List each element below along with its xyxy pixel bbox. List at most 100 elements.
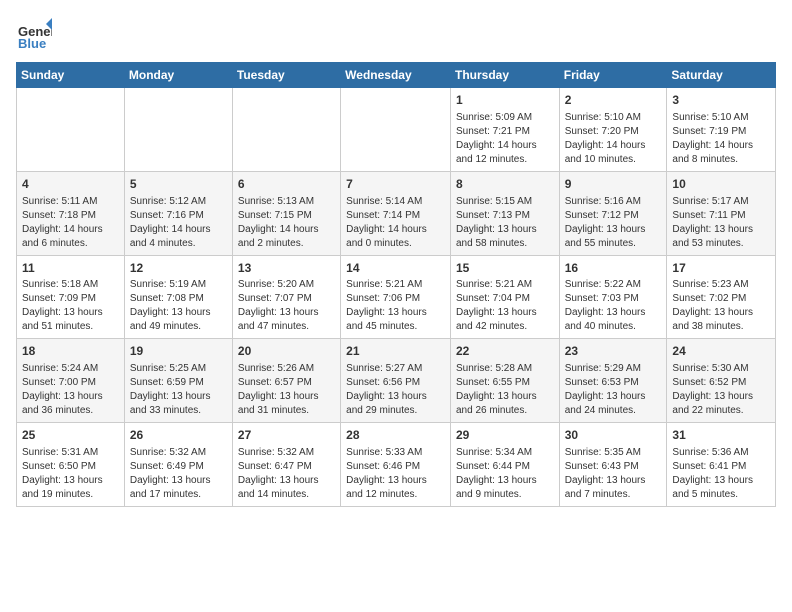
day-info: Sunrise: 5:20 AM Sunset: 7:07 PM Dayligh… [238,279,319,332]
calendar-cell: 28Sunrise: 5:33 AM Sunset: 6:46 PM Dayli… [341,423,451,507]
day-number: 5 [130,176,227,193]
logo-icon: General Blue [16,16,52,52]
calendar-week-row: 4 Sunrise: 5:11 AM Sunset: 7:18 PM Daylig… [17,171,776,255]
calendar-cell: 21 Sunrise: 5:27 AM Sunset: 6:56 PM Dayli… [341,339,451,423]
day-info: Sunrise: 5:28 AM Sunset: 6:55 PM Dayligh… [456,363,537,416]
day-info: Sunrise: 5:25 AM Sunset: 6:59 PM Dayligh… [130,363,211,416]
calendar-cell: 3Sunrise: 5:10 AM Sunset: 7:19 PM Daylig… [667,88,776,172]
day-number: 22 [456,343,554,360]
day-number: 24 [672,343,770,360]
calendar-cell: 14 Sunrise: 5:21 AM Sunset: 7:06 PM Dayli… [341,255,451,339]
calendar-week-row: 1Sunrise: 5:09 AM Sunset: 7:21 PM Daylig… [17,88,776,172]
calendar-week-row: 18Sunrise: 5:24 AM Sunset: 7:00 PM Dayli… [17,339,776,423]
day-info: Sunrise: 5:34 AM Sunset: 6:44 PM Dayligh… [456,447,537,500]
day-info: Sunrise: 5:27 AM Sunset: 6:56 PM Dayligh… [346,363,427,416]
day-number: 4 [22,176,119,193]
day-number: 2 [565,92,662,109]
day-info: Sunrise: 5:29 AM Sunset: 6:53 PM Dayligh… [565,363,646,416]
day-info: Sunrise: 5:16 AM Sunset: 7:12 PM Dayligh… [565,196,646,249]
day-number: 15 [456,260,554,277]
day-number: 30 [565,427,662,444]
day-info: Sunrise: 5:10 AM Sunset: 7:20 PM Dayligh… [565,112,646,165]
calendar-cell: 13Sunrise: 5:20 AM Sunset: 7:07 PM Dayli… [232,255,340,339]
calendar-cell: 12 Sunrise: 5:19 AM Sunset: 7:08 PM Dayli… [124,255,232,339]
day-number: 8 [456,176,554,193]
calendar-cell: 2 Sunrise: 5:10 AM Sunset: 7:20 PM Daylig… [559,88,667,172]
calendar-cell: 9 Sunrise: 5:16 AM Sunset: 7:12 PM Daylig… [559,171,667,255]
day-number: 25 [22,427,119,444]
day-number: 14 [346,260,445,277]
day-info: Sunrise: 5:32 AM Sunset: 6:49 PM Dayligh… [130,447,211,500]
calendar-cell: 1Sunrise: 5:09 AM Sunset: 7:21 PM Daylig… [450,88,559,172]
day-info: Sunrise: 5:30 AM Sunset: 6:52 PM Dayligh… [672,363,753,416]
day-info: Sunrise: 5:23 AM Sunset: 7:02 PM Dayligh… [672,279,753,332]
day-number: 27 [238,427,335,444]
day-number: 3 [672,92,770,109]
calendar-cell: 11 Sunrise: 5:18 AM Sunset: 7:09 PM Dayli… [17,255,125,339]
day-info: Sunrise: 5:24 AM Sunset: 7:00 PM Dayligh… [22,363,103,416]
weekday-header: Sunday [17,63,125,88]
calendar-cell: 24 Sunrise: 5:30 AM Sunset: 6:52 PM Dayli… [667,339,776,423]
calendar-cell: 18Sunrise: 5:24 AM Sunset: 7:00 PM Dayli… [17,339,125,423]
day-number: 9 [565,176,662,193]
day-info: Sunrise: 5:22 AM Sunset: 7:03 PM Dayligh… [565,279,646,332]
day-info: Sunrise: 5:21 AM Sunset: 7:06 PM Dayligh… [346,279,427,332]
day-info: Sunrise: 5:12 AM Sunset: 7:16 PM Dayligh… [130,196,211,249]
day-info: Sunrise: 5:17 AM Sunset: 7:11 PM Dayligh… [672,196,753,249]
day-number: 11 [22,260,119,277]
svg-text:Blue: Blue [18,36,46,51]
calendar-cell: 25 Sunrise: 5:31 AM Sunset: 6:50 PM Dayli… [17,423,125,507]
day-number: 20 [238,343,335,360]
day-number: 29 [456,427,554,444]
day-number: 12 [130,260,227,277]
calendar-cell: 10 Sunrise: 5:17 AM Sunset: 7:11 PM Dayli… [667,171,776,255]
day-number: 10 [672,176,770,193]
day-number: 26 [130,427,227,444]
day-info: Sunrise: 5:19 AM Sunset: 7:08 PM Dayligh… [130,279,211,332]
calendar-cell: 22 Sunrise: 5:28 AM Sunset: 6:55 PM Dayli… [450,339,559,423]
day-info: Sunrise: 5:14 AM Sunset: 7:14 PM Dayligh… [346,196,427,249]
calendar-cell: 6Sunrise: 5:13 AM Sunset: 7:15 PM Daylig… [232,171,340,255]
calendar-cell: 5 Sunrise: 5:12 AM Sunset: 7:16 PM Daylig… [124,171,232,255]
day-number: 21 [346,343,445,360]
weekday-header: Monday [124,63,232,88]
calendar-cell: 15 Sunrise: 5:21 AM Sunset: 7:04 PM Dayli… [450,255,559,339]
calendar-cell: 27 Sunrise: 5:32 AM Sunset: 6:47 PM Dayli… [232,423,340,507]
calendar-cell: 16 Sunrise: 5:22 AM Sunset: 7:03 PM Dayli… [559,255,667,339]
calendar-cell: 29 Sunrise: 5:34 AM Sunset: 6:44 PM Dayli… [450,423,559,507]
day-number: 23 [565,343,662,360]
calendar-cell: 26 Sunrise: 5:32 AM Sunset: 6:49 PM Dayli… [124,423,232,507]
calendar-cell: 17 Sunrise: 5:23 AM Sunset: 7:02 PM Dayli… [667,255,776,339]
calendar-cell: 19Sunrise: 5:25 AM Sunset: 6:59 PM Dayli… [124,339,232,423]
calendar-cell: 20 Sunrise: 5:26 AM Sunset: 6:57 PM Dayli… [232,339,340,423]
calendar-cell [341,88,451,172]
day-number: 1 [456,92,554,109]
day-number: 31 [672,427,770,444]
day-number: 17 [672,260,770,277]
day-info: Sunrise: 5:15 AM Sunset: 7:13 PM Dayligh… [456,196,537,249]
day-info: Sunrise: 5:33 AM Sunset: 6:46 PM Dayligh… [346,447,427,500]
weekday-header: Wednesday [341,63,451,88]
day-info: Sunrise: 5:26 AM Sunset: 6:57 PM Dayligh… [238,363,319,416]
day-info: Sunrise: 5:31 AM Sunset: 6:50 PM Dayligh… [22,447,103,500]
calendar-cell: 31 Sunrise: 5:36 AM Sunset: 6:41 PM Dayli… [667,423,776,507]
calendar-cell: 23 Sunrise: 5:29 AM Sunset: 6:53 PM Dayli… [559,339,667,423]
weekday-header: Tuesday [232,63,340,88]
calendar-cell: 7Sunrise: 5:14 AM Sunset: 7:14 PM Daylig… [341,171,451,255]
calendar-cell: 4 Sunrise: 5:11 AM Sunset: 7:18 PM Daylig… [17,171,125,255]
weekday-header: Saturday [667,63,776,88]
calendar-week-row: 25 Sunrise: 5:31 AM Sunset: 6:50 PM Dayli… [17,423,776,507]
calendar-table: SundayMondayTuesdayWednesdayThursdayFrid… [16,62,776,507]
calendar-week-row: 11 Sunrise: 5:18 AM Sunset: 7:09 PM Dayli… [17,255,776,339]
logo: General Blue [16,16,52,52]
day-info: Sunrise: 5:21 AM Sunset: 7:04 PM Dayligh… [456,279,537,332]
day-info: Sunrise: 5:35 AM Sunset: 6:43 PM Dayligh… [565,447,646,500]
calendar-cell [124,88,232,172]
day-info: Sunrise: 5:32 AM Sunset: 6:47 PM Dayligh… [238,447,319,500]
day-info: Sunrise: 5:11 AM Sunset: 7:18 PM Dayligh… [22,196,103,249]
day-number: 16 [565,260,662,277]
day-info: Sunrise: 5:18 AM Sunset: 7:09 PM Dayligh… [22,279,103,332]
day-info: Sunrise: 5:36 AM Sunset: 6:41 PM Dayligh… [672,447,753,500]
weekday-header-row: SundayMondayTuesdayWednesdayThursdayFrid… [17,63,776,88]
day-info: Sunrise: 5:13 AM Sunset: 7:15 PM Dayligh… [238,196,319,249]
